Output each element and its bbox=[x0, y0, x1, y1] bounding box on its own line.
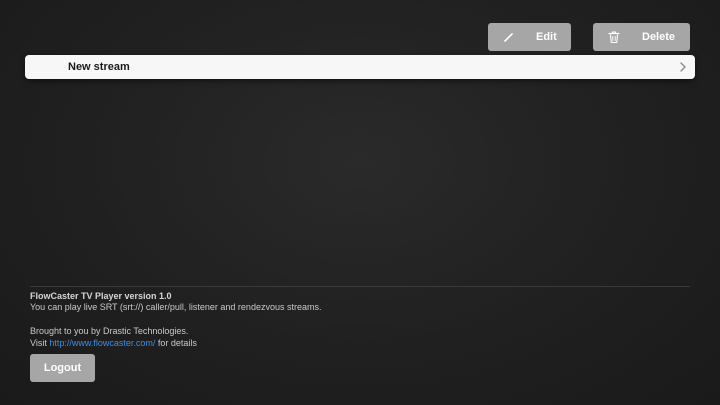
edit-button[interactable]: Edit bbox=[488, 23, 571, 51]
footer-divider bbox=[30, 286, 690, 287]
website-link[interactable]: http://www.flowcaster.com/ bbox=[49, 338, 155, 348]
pencil-icon bbox=[504, 33, 513, 42]
delete-button[interactable]: Delete bbox=[593, 23, 690, 51]
app-version-title: FlowCaster TV Player version 1.0 bbox=[30, 291, 172, 301]
stream-list-item[interactable]: New stream bbox=[25, 55, 695, 79]
visit-line: Visit http://www.flowcaster.com/ for det… bbox=[30, 338, 197, 349]
credit-text: Brought to you by Drastic Technologies. bbox=[30, 326, 189, 336]
logout-button[interactable]: Logout bbox=[30, 354, 95, 382]
visit-prefix: Visit bbox=[30, 338, 50, 348]
app-description: You can play live SRT (srt://) caller/pu… bbox=[30, 302, 322, 312]
chevron-right-icon bbox=[680, 62, 686, 72]
trash-icon bbox=[608, 31, 620, 44]
stream-name: New stream bbox=[68, 61, 130, 73]
edit-button-label: Edit bbox=[536, 31, 557, 43]
visit-suffix: for details bbox=[155, 338, 197, 348]
delete-button-label: Delete bbox=[642, 31, 676, 43]
